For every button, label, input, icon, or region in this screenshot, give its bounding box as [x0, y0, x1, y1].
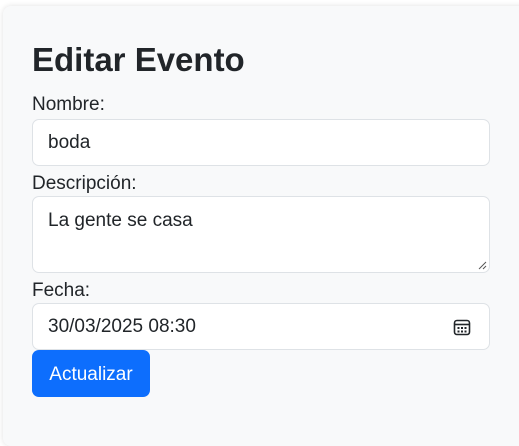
fecha-input[interactable]: 30/03/2025 08:30: [32, 303, 490, 350]
descripcion-textarea[interactable]: La gente se casa: [32, 196, 490, 273]
actualizar-button[interactable]: Actualizar: [32, 350, 150, 397]
page-title: Editar Evento: [32, 41, 245, 78]
descripcion-label: Descripción:: [32, 173, 137, 194]
fecha-label: Fecha:: [32, 280, 91, 301]
nombre-input[interactable]: boda: [32, 119, 490, 166]
nombre-input-value: boda: [48, 132, 91, 153]
calendar-icon[interactable]: [453, 318, 471, 336]
descripcion-textarea-value: La gente se casa: [48, 210, 193, 231]
resize-grip-icon[interactable]: [477, 260, 487, 270]
nombre-label: Nombre:: [32, 94, 105, 115]
fecha-input-value: 30/03/2025 08:30: [48, 316, 196, 337]
